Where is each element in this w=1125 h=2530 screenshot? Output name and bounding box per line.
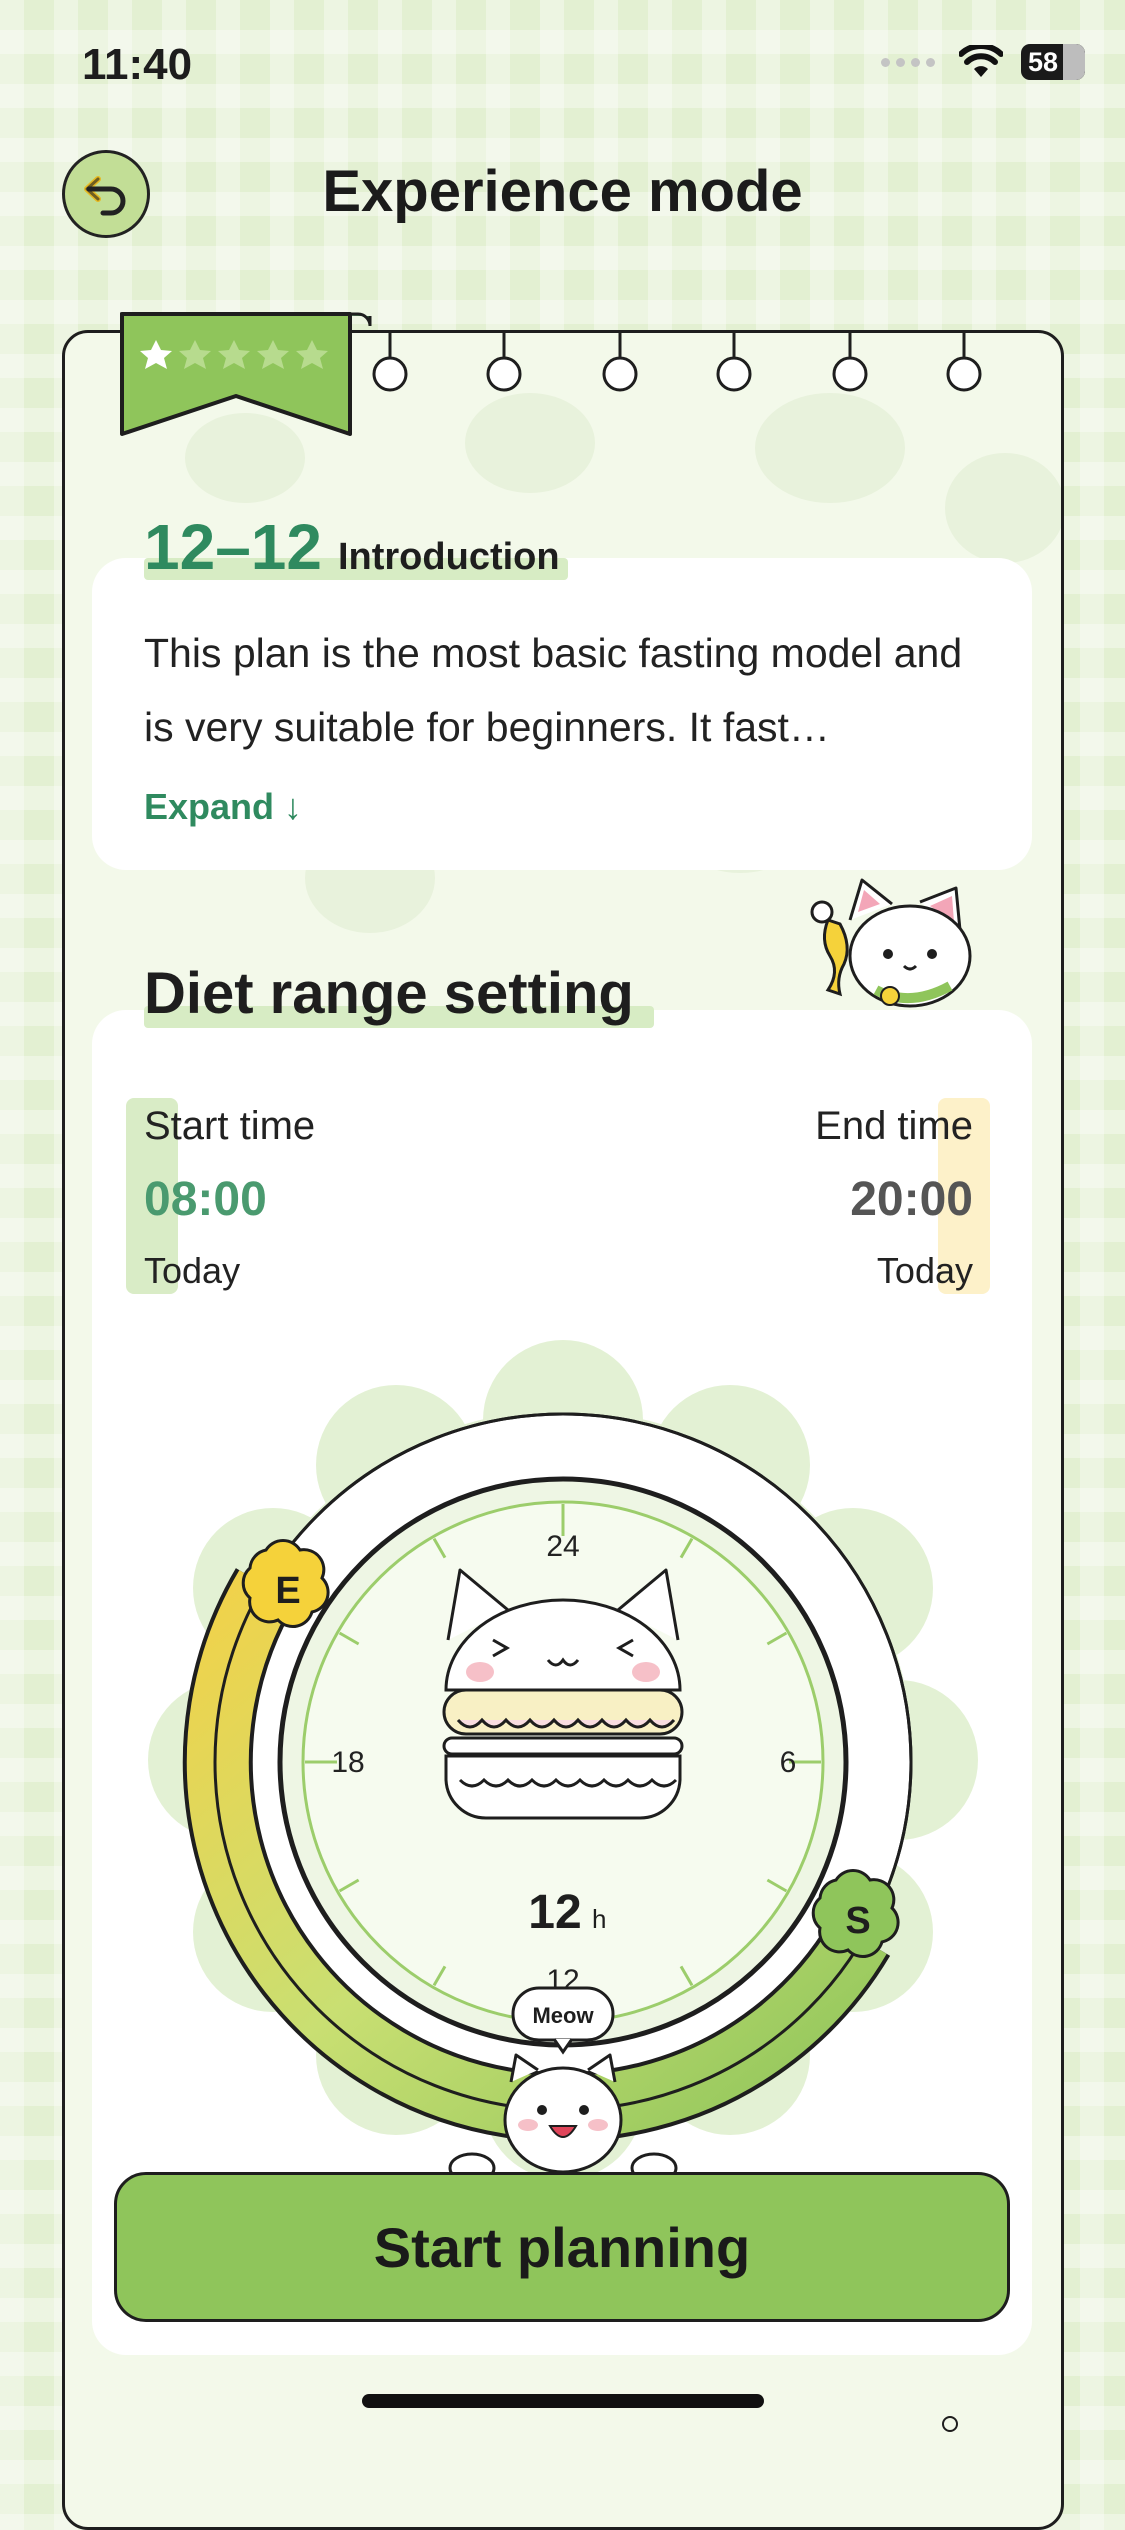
intro-text: This plan is the most basic fasting mode… <box>144 630 963 750</box>
intro-heading: Introduction <box>337 536 560 578</box>
plan-title: 12–12 Introduction <box>144 511 560 583</box>
diet-title: Diet range setting <box>144 961 634 1026</box>
end-day-label: Today <box>876 1250 973 1291</box>
dial-label-6: 6 <box>780 1746 797 1779</box>
status-time: 11:40 <box>82 40 193 89</box>
start-time-value[interactable]: 08:00 <box>144 1172 267 1227</box>
expand-link[interactable]: Expand ↓ <box>144 786 302 828</box>
dial-label-18: 18 <box>331 1746 364 1779</box>
end-time-label: End time <box>815 1104 973 1148</box>
page-title: Experience mode <box>322 159 803 224</box>
binder-rings <box>372 332 982 392</box>
start-time-label: Start time <box>144 1104 316 1148</box>
fasting-dial: 24 6 12 18 12 h E S Meow <box>148 1340 978 2184</box>
start-day-label: Today <box>144 1250 241 1291</box>
end-handle-label: E <box>275 1570 300 1612</box>
signal-dots-icon <box>881 56 941 68</box>
duration-unit: h <box>592 1904 606 1934</box>
dial-label-24: 24 <box>546 1530 579 1563</box>
home-indicator <box>362 2394 764 2408</box>
battery-icon: 58 <box>1021 44 1085 80</box>
start-handle-label: S <box>845 1900 870 1942</box>
status-icons: 58 <box>881 44 1085 80</box>
wifi-icon <box>959 45 1003 77</box>
difficulty-ribbon <box>120 312 372 436</box>
cat-with-fish-illustration <box>810 878 972 1008</box>
start-planning-button[interactable]: Start planning <box>114 2172 1010 2322</box>
meow-text: Meow <box>532 2003 594 2028</box>
macaron-cat-illustration <box>442 1568 684 1820</box>
end-time-value[interactable]: 20:00 <box>850 1172 973 1227</box>
duration-value: 12 <box>528 1886 581 1939</box>
